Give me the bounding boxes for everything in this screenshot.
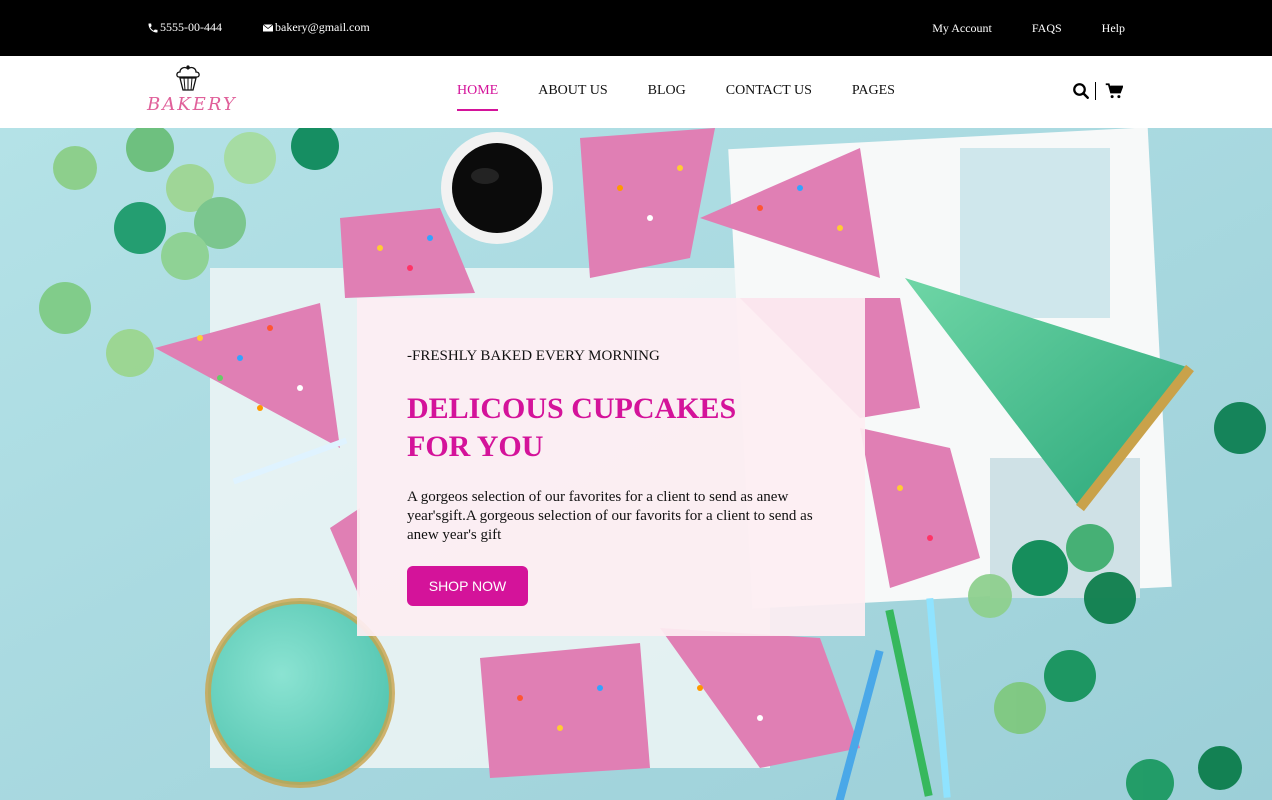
- shop-now-button[interactable]: SHOP NOW: [407, 566, 528, 606]
- nav-blog[interactable]: BLOG: [648, 83, 686, 111]
- hero-title: DELICOUS CUPCAKES FOR YOU: [407, 392, 737, 463]
- nav-home[interactable]: HOME: [457, 83, 499, 111]
- logo-text: BAKERY: [147, 94, 237, 115]
- cart-icon[interactable]: [1105, 82, 1123, 100]
- search-icon[interactable]: [1072, 82, 1090, 100]
- my-account-link[interactable]: My Account: [932, 21, 992, 36]
- hero-section: -FRESHLY BAKED EVERY MORNING DELICOUS CU…: [0, 128, 1272, 800]
- nav-pages[interactable]: PAGES: [852, 83, 895, 111]
- nav-icons: [1072, 82, 1123, 100]
- help-link[interactable]: Help: [1102, 21, 1125, 36]
- top-bar: 5555-00-444 bakery@gmail.com My Account …: [0, 0, 1272, 56]
- phone-contact[interactable]: 5555-00-444: [147, 20, 222, 35]
- hero-kicker: -FRESHLY BAKED EVERY MORNING: [407, 348, 660, 364]
- faqs-link[interactable]: FAQS: [1032, 21, 1062, 36]
- main-navbar: BAKERY HOME ABOUT US BLOG CONTACT US PAG…: [0, 56, 1272, 128]
- account-links: My Account FAQS Help: [892, 21, 1125, 36]
- hero-card: -FRESHLY BAKED EVERY MORNING DELICOUS CU…: [357, 298, 865, 636]
- nav-about-us[interactable]: ABOUT US: [538, 83, 607, 111]
- email-address: bakery@gmail.com: [275, 20, 370, 34]
- bakery-logo[interactable]: BAKERY: [147, 64, 237, 120]
- main-menu: HOME ABOUT US BLOG CONTACT US PAGES: [457, 83, 935, 111]
- envelope-icon: [262, 23, 274, 31]
- phone-icon: [148, 23, 158, 32]
- email-contact[interactable]: bakery@gmail.com: [262, 20, 370, 35]
- icon-divider: [1095, 82, 1096, 100]
- nav-contact-us[interactable]: CONTACT US: [726, 83, 812, 111]
- contact-info: 5555-00-444 bakery@gmail.com: [147, 20, 410, 35]
- cupcake-icon: [176, 65, 200, 91]
- phone-number: 5555-00-444: [160, 20, 222, 34]
- hero-description: A gorgeos selection of our favorites for…: [407, 489, 813, 543]
